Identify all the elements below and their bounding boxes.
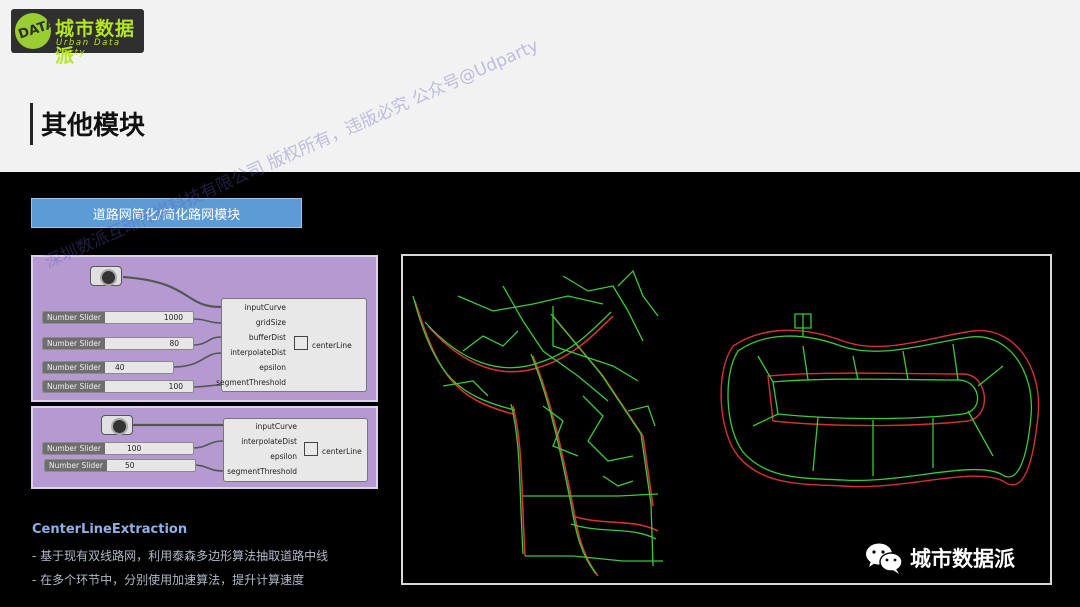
section-heading: CenterLineExtraction bbox=[32, 522, 188, 537]
description-bullet: - 在多个环节中，分别使用加速算法，提升计算速度 bbox=[32, 573, 305, 587]
number-slider[interactable]: Number Slider 100 bbox=[42, 442, 194, 455]
road-network-drawing bbox=[412, 269, 1040, 577]
curve-input-icon[interactable] bbox=[90, 266, 122, 286]
slider-value: 50 bbox=[125, 461, 135, 470]
param-epsilon: epsilon bbox=[270, 452, 297, 461]
logo-badge-text: DATA bbox=[16, 16, 51, 43]
param-input-curve: inputCurve bbox=[255, 422, 297, 431]
number-slider[interactable]: Number Slider 40 bbox=[42, 361, 174, 374]
param-grid-size: gridSize bbox=[255, 318, 286, 327]
wechat-account-name: 城市数据派 bbox=[910, 547, 1015, 571]
slider-value: 40 bbox=[115, 363, 125, 372]
brand-subtitle: Urban Data Party bbox=[56, 38, 121, 58]
number-slider[interactable]: Number Slider 100 bbox=[42, 380, 194, 393]
param-segment-threshold: segmentThreshold bbox=[216, 378, 286, 387]
brand-logo: DATA 城市数据派 Urban Data Party bbox=[11, 9, 144, 67]
description-bullet: - 基于现有双线路网，利用泰森多边形算法抽取道路中线 bbox=[32, 549, 329, 563]
module-tab[interactable]: 道路网简化/简化路网模块 bbox=[31, 198, 302, 228]
double-line-roads-b bbox=[720, 329, 1040, 488]
param-input-curve: inputCurve bbox=[244, 303, 286, 312]
page-title: 其他模块 bbox=[41, 111, 146, 141]
param-interpolate-dist: interpolateDist bbox=[230, 348, 286, 357]
slider-label: Number Slider bbox=[43, 381, 105, 392]
slider-value: 1000 bbox=[163, 313, 183, 322]
slider-value: 100 bbox=[127, 444, 142, 453]
slider-label: Number Slider bbox=[45, 460, 107, 471]
wechat-icon bbox=[866, 543, 903, 574]
number-slider[interactable]: Number Slider 80 bbox=[42, 337, 194, 350]
centerline-roads-b bbox=[727, 313, 1033, 482]
slider-label: Number Slider bbox=[43, 362, 105, 373]
slide-header: DATA 城市数据派 Urban Data Party 其他模块 bbox=[0, 0, 1080, 172]
centerline-roads-a bbox=[412, 269, 663, 575]
param-buffer-dist: bufferDist bbox=[248, 333, 286, 342]
title-accent-bar bbox=[30, 103, 33, 145]
centerline-component-b[interactable]: inputCurve interpolateDist epsilon segme… bbox=[223, 418, 368, 482]
slider-label: Number Slider bbox=[43, 443, 105, 454]
number-slider[interactable]: Number Slider 1000 bbox=[42, 311, 194, 324]
slider-label: Number Slider bbox=[43, 338, 105, 349]
component-icon bbox=[294, 336, 308, 350]
slider-value: 80 bbox=[169, 339, 179, 348]
param-segment-threshold: segmentThreshold bbox=[227, 467, 297, 476]
wechat-signature: 城市数据派 bbox=[864, 540, 1015, 576]
component-icon bbox=[304, 442, 318, 456]
param-center-line: centerLine bbox=[322, 447, 362, 456]
logo-badge-icon: DATA bbox=[15, 13, 51, 49]
grasshopper-panel-a: Number Slider 1000 Number Slider 80 Numb… bbox=[31, 255, 378, 402]
grasshopper-panel-b: Number Slider 100 Number Slider 50 input… bbox=[31, 406, 378, 489]
number-slider[interactable]: Number Slider 50 bbox=[44, 459, 196, 472]
param-center-line: centerLine bbox=[312, 341, 352, 350]
slider-value: 100 bbox=[168, 382, 183, 391]
param-interpolate-dist: interpolateDist bbox=[241, 437, 297, 446]
param-epsilon: epsilon bbox=[259, 363, 286, 372]
road-network-viewport bbox=[401, 254, 1052, 585]
curve-input-icon[interactable] bbox=[101, 415, 133, 435]
centerline-component-a[interactable]: inputCurve gridSize bufferDist interpola… bbox=[216, 298, 367, 392]
slider-label: Number Slider bbox=[43, 312, 105, 323]
